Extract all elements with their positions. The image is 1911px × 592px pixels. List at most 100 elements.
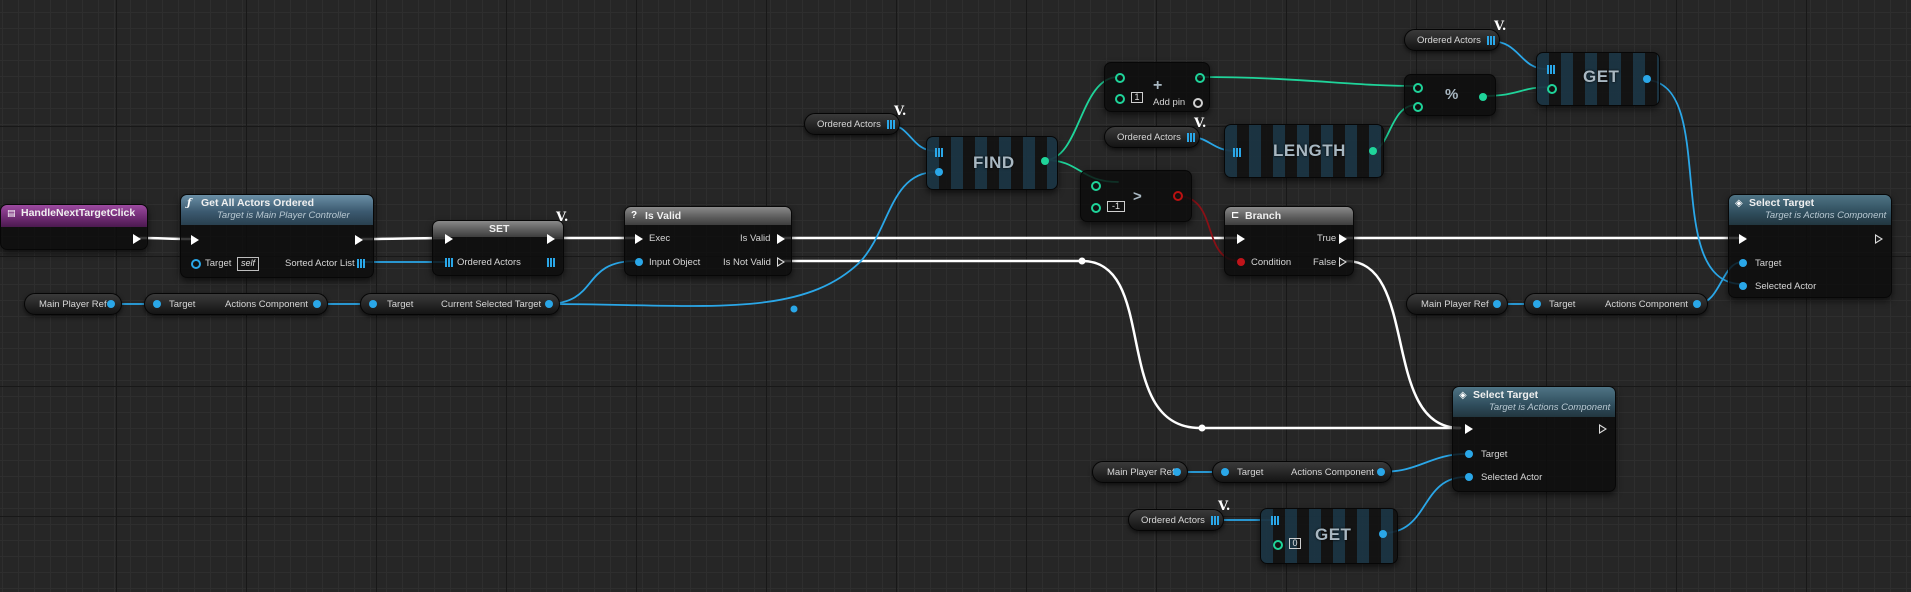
target-in-pin[interactable] bbox=[1533, 300, 1541, 308]
false-out-pin[interactable] bbox=[1339, 257, 1347, 267]
array-in-pin[interactable] bbox=[935, 148, 944, 157]
ordered-actors-in-pin[interactable] bbox=[445, 258, 454, 267]
ordered-actors-var-1[interactable]: Ordered Actors bbox=[804, 113, 900, 135]
main-player-ref-out-pin[interactable] bbox=[107, 300, 115, 308]
target-pin[interactable] bbox=[191, 259, 201, 269]
array-in-pin[interactable] bbox=[1271, 516, 1280, 525]
exec-in-pin[interactable] bbox=[1465, 424, 1473, 434]
actions-component-out-pin[interactable] bbox=[1693, 300, 1701, 308]
is-valid-node[interactable]: ? Is Valid Exec Is Valid Input Object Is… bbox=[624, 206, 792, 276]
condition-pin[interactable] bbox=[1237, 258, 1245, 266]
select-target-node-top[interactable]: ◈ Select Target Target is Actions Compon… bbox=[1728, 194, 1892, 298]
exec-in-pin[interactable] bbox=[445, 234, 453, 244]
exec-out-pin[interactable] bbox=[1875, 234, 1883, 244]
b-in-pin[interactable] bbox=[1413, 102, 1423, 112]
is-not-valid-out-pin[interactable] bbox=[777, 257, 785, 267]
index-in-pin[interactable] bbox=[1273, 540, 1283, 550]
event-node-handle-next-target-click[interactable]: ▤ HandleNextTargetClick bbox=[0, 204, 148, 250]
exec-in-pin[interactable] bbox=[1739, 234, 1747, 244]
array-in-pin[interactable] bbox=[1547, 65, 1556, 74]
ordered-actors-label: Ordered Actors bbox=[1141, 515, 1205, 526]
true-out-pin[interactable] bbox=[1339, 234, 1347, 244]
input-object-label: Input Object bbox=[649, 257, 701, 268]
self-input[interactable]: self bbox=[237, 257, 260, 271]
exec-out-pin[interactable] bbox=[1599, 424, 1607, 434]
set-ordered-actors-node[interactable]: SET Ordered Actors bbox=[432, 220, 564, 276]
b-input[interactable]: 1 bbox=[1131, 92, 1143, 103]
item-out-pin[interactable] bbox=[1643, 75, 1651, 83]
ordered-actors-out-pin[interactable] bbox=[1487, 36, 1496, 45]
a-in-pin[interactable] bbox=[1413, 83, 1423, 93]
main-player-ref-out-pin[interactable] bbox=[1173, 468, 1181, 476]
index-input[interactable]: 0 bbox=[1289, 538, 1301, 549]
array-in-pin[interactable] bbox=[1233, 148, 1242, 157]
selected-actor-pin[interactable] bbox=[1465, 473, 1473, 481]
b-in-pin[interactable] bbox=[1115, 94, 1125, 104]
target-in-pin[interactable] bbox=[153, 300, 161, 308]
exec-out-pin[interactable] bbox=[355, 235, 363, 245]
target-pin[interactable] bbox=[1739, 259, 1747, 267]
is-valid-out-pin[interactable] bbox=[777, 234, 785, 244]
b-input[interactable]: -1 bbox=[1107, 201, 1125, 212]
set-title: SET bbox=[489, 223, 510, 235]
main-player-ref-var-2[interactable]: Main Player Ref bbox=[1406, 293, 1508, 315]
length-node[interactable]: LENGTH bbox=[1224, 124, 1384, 178]
main-player-ref-label: Main Player Ref bbox=[39, 299, 107, 310]
blueprint-graph-canvas[interactable]: ▤ HandleNextTargetClick ƒ Get All Actors… bbox=[0, 0, 1911, 592]
result-out-pin[interactable] bbox=[1195, 73, 1205, 83]
exec-in-pin[interactable] bbox=[191, 235, 199, 245]
get-node-bottom[interactable]: 0 GET bbox=[1260, 508, 1398, 564]
ordered-actors-out-pin[interactable] bbox=[1211, 516, 1220, 525]
item-out-pin[interactable] bbox=[1379, 530, 1387, 538]
actions-component-out-pin[interactable] bbox=[313, 300, 321, 308]
current-selected-target-getter[interactable]: Target Current Selected Target bbox=[360, 293, 560, 315]
b-in-pin[interactable] bbox=[1091, 203, 1101, 213]
actions-component-out-pin[interactable] bbox=[1377, 468, 1385, 476]
result-out-pin[interactable] bbox=[1479, 93, 1487, 101]
main-player-ref-var-1[interactable]: Main Player Ref bbox=[24, 293, 122, 315]
select-target-node-bottom[interactable]: ◈ Select Target Target is Actions Compon… bbox=[1452, 386, 1616, 492]
question-icon: ? bbox=[631, 210, 638, 221]
actions-component-getter-3[interactable]: Target Actions Component bbox=[1212, 461, 1392, 483]
selected-actor-pin[interactable] bbox=[1739, 282, 1747, 290]
target-in-pin[interactable] bbox=[369, 300, 377, 308]
add-pin-label[interactable]: Add pin bbox=[1153, 97, 1185, 108]
ordered-actors-var-3[interactable]: Ordered Actors bbox=[1404, 29, 1500, 51]
main-player-ref-out-pin[interactable] bbox=[1493, 300, 1501, 308]
exec-in-pin[interactable] bbox=[1237, 234, 1245, 244]
select-target-subtitle: Target is Actions Component bbox=[1489, 402, 1611, 413]
a-in-pin[interactable] bbox=[1115, 73, 1125, 83]
get-all-actors-ordered-node[interactable]: ƒ Get All Actors Ordered Target is Main … bbox=[180, 194, 374, 278]
input-object-pin[interactable] bbox=[635, 258, 643, 266]
get-node-top[interactable]: GET bbox=[1536, 52, 1660, 106]
array-out-pin[interactable] bbox=[357, 259, 366, 268]
ordered-actors-out-pin[interactable] bbox=[887, 120, 896, 129]
ordered-actors-out-pin[interactable] bbox=[547, 258, 556, 267]
target-pin[interactable] bbox=[1465, 450, 1473, 458]
ordered-actors-out-pin[interactable] bbox=[1187, 133, 1196, 142]
ordered-actors-var-2[interactable]: Ordered Actors bbox=[1104, 126, 1200, 148]
index-in-pin[interactable] bbox=[1547, 84, 1557, 94]
find-node[interactable]: FIND bbox=[926, 136, 1058, 190]
target-in-pin[interactable] bbox=[1221, 468, 1229, 476]
actions-component-getter-1[interactable]: Target Actions Component bbox=[144, 293, 328, 315]
actions-component-getter-2[interactable]: Target Actions Component bbox=[1524, 293, 1708, 315]
greater-than-node[interactable]: -1 > bbox=[1080, 170, 1192, 222]
length-out-pin[interactable] bbox=[1369, 147, 1377, 155]
add-pin-icon[interactable] bbox=[1193, 98, 1203, 108]
result-out-pin[interactable] bbox=[1173, 191, 1183, 201]
ordered-actors-var-4[interactable]: Ordered Actors bbox=[1128, 509, 1224, 531]
add-node[interactable]: 1 + Add pin bbox=[1104, 62, 1210, 112]
current-selected-target-out-pin[interactable] bbox=[545, 300, 553, 308]
modulo-node[interactable]: % bbox=[1404, 74, 1496, 116]
modulo-symbol: % bbox=[1445, 86, 1459, 103]
a-in-pin[interactable] bbox=[1091, 181, 1101, 191]
exec-out-pin[interactable] bbox=[547, 234, 555, 244]
item-in-pin[interactable] bbox=[935, 168, 943, 176]
main-player-ref-var-3[interactable]: Main Player Ref bbox=[1092, 461, 1188, 483]
exec-in-pin[interactable] bbox=[635, 234, 643, 244]
index-out-pin[interactable] bbox=[1041, 157, 1049, 165]
main-player-ref-label: Main Player Ref bbox=[1107, 467, 1175, 478]
branch-node[interactable]: ⊏ Branch True Condition False bbox=[1224, 206, 1354, 276]
exec-out-pin[interactable] bbox=[133, 234, 141, 244]
